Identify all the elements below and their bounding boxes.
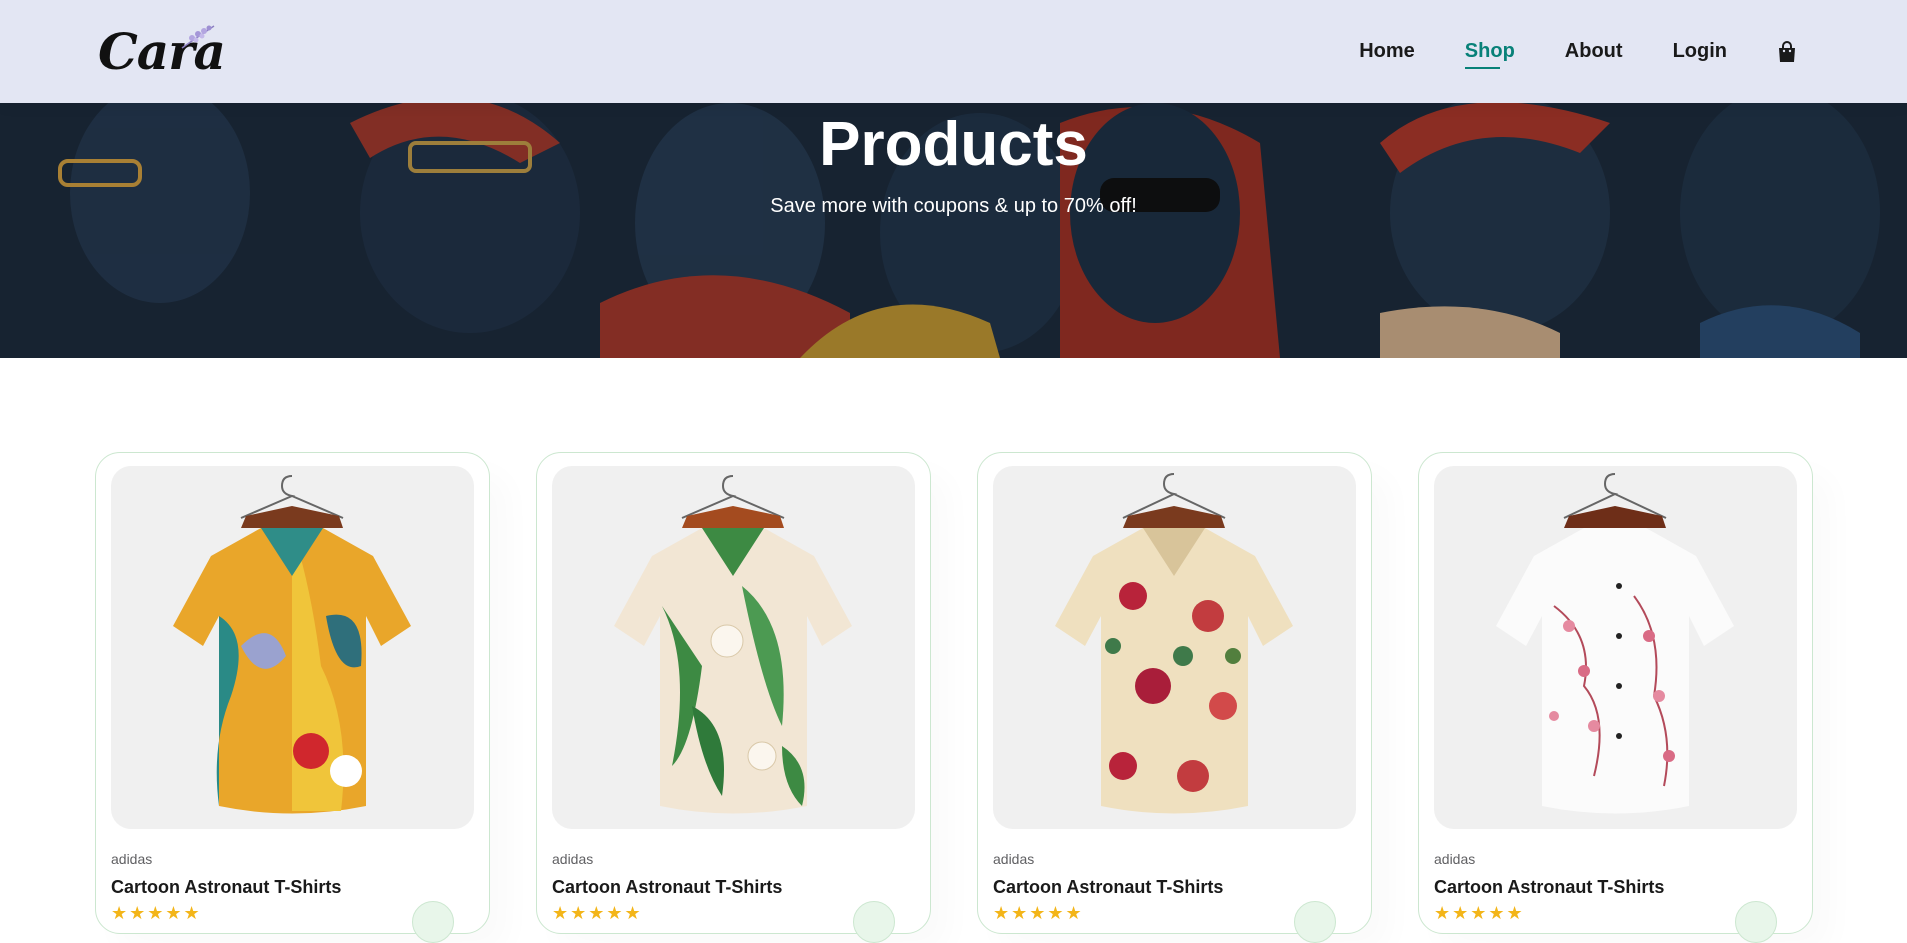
product-image[interactable] — [1434, 466, 1797, 829]
product-brand: adidas — [993, 851, 1035, 867]
rating-stars: ★★★★★ — [1434, 903, 1525, 923]
product-name[interactable]: Cartoon Astronaut T-Shirts — [1434, 877, 1664, 898]
product-card[interactable]: adidas Cartoon Astronaut T-Shirts ★★★★★ — [977, 452, 1372, 943]
product-brand: adidas — [111, 851, 153, 867]
add-to-cart-button[interactable] — [1735, 901, 1777, 943]
page-hero-banner: Products Save more with coupons & up to … — [0, 103, 1907, 358]
product-name[interactable]: Cartoon Astronaut T-Shirts — [993, 877, 1223, 898]
product-card[interactable]: adidas Cartoon Astronaut T-Shirts ★★★★★ — [1418, 452, 1813, 943]
product-card[interactable]: adidas Cartoon Astronaut T-Shirts ★★★★★ — [95, 452, 490, 943]
main-nav: Home Shop About Login — [1309, 0, 1797, 103]
product-image[interactable] — [993, 466, 1356, 829]
rating-stars: ★★★★★ — [552, 903, 643, 923]
product-image[interactable] — [111, 466, 474, 829]
add-to-cart-button[interactable] — [412, 901, 454, 943]
nav-login[interactable]: Login — [1673, 40, 1727, 63]
nav-shop[interactable]: Shop — [1464, 40, 1515, 69]
hero-subtitle: Save more with coupons & up to 70% off! — [770, 195, 1137, 217]
rating-stars: ★★★★★ — [993, 903, 1084, 923]
product-image[interactable] — [552, 466, 915, 829]
product-brand: adidas — [1434, 851, 1476, 867]
add-to-cart-button[interactable] — [1294, 901, 1336, 943]
product-name[interactable]: Cartoon Astronaut T-Shirts — [552, 877, 782, 898]
page-title: Products — [819, 110, 1088, 179]
add-to-cart-button[interactable] — [853, 901, 895, 943]
product-card[interactable]: adidas Cartoon Astronaut T-Shirts ★★★★★ — [536, 452, 931, 943]
shopping-bag-icon[interactable] — [1777, 40, 1797, 63]
product-name[interactable]: Cartoon Astronaut T-Shirts — [111, 877, 341, 898]
lavender-icon — [181, 25, 215, 49]
nav-about[interactable]: About — [1565, 40, 1623, 63]
site-header: Cara Home Shop About Login — [0, 0, 1907, 103]
product-brand: adidas — [552, 851, 594, 867]
nav-home[interactable]: Home — [1359, 40, 1415, 63]
logo[interactable]: Cara — [96, 20, 226, 81]
rating-stars: ★★★★★ — [111, 903, 202, 923]
